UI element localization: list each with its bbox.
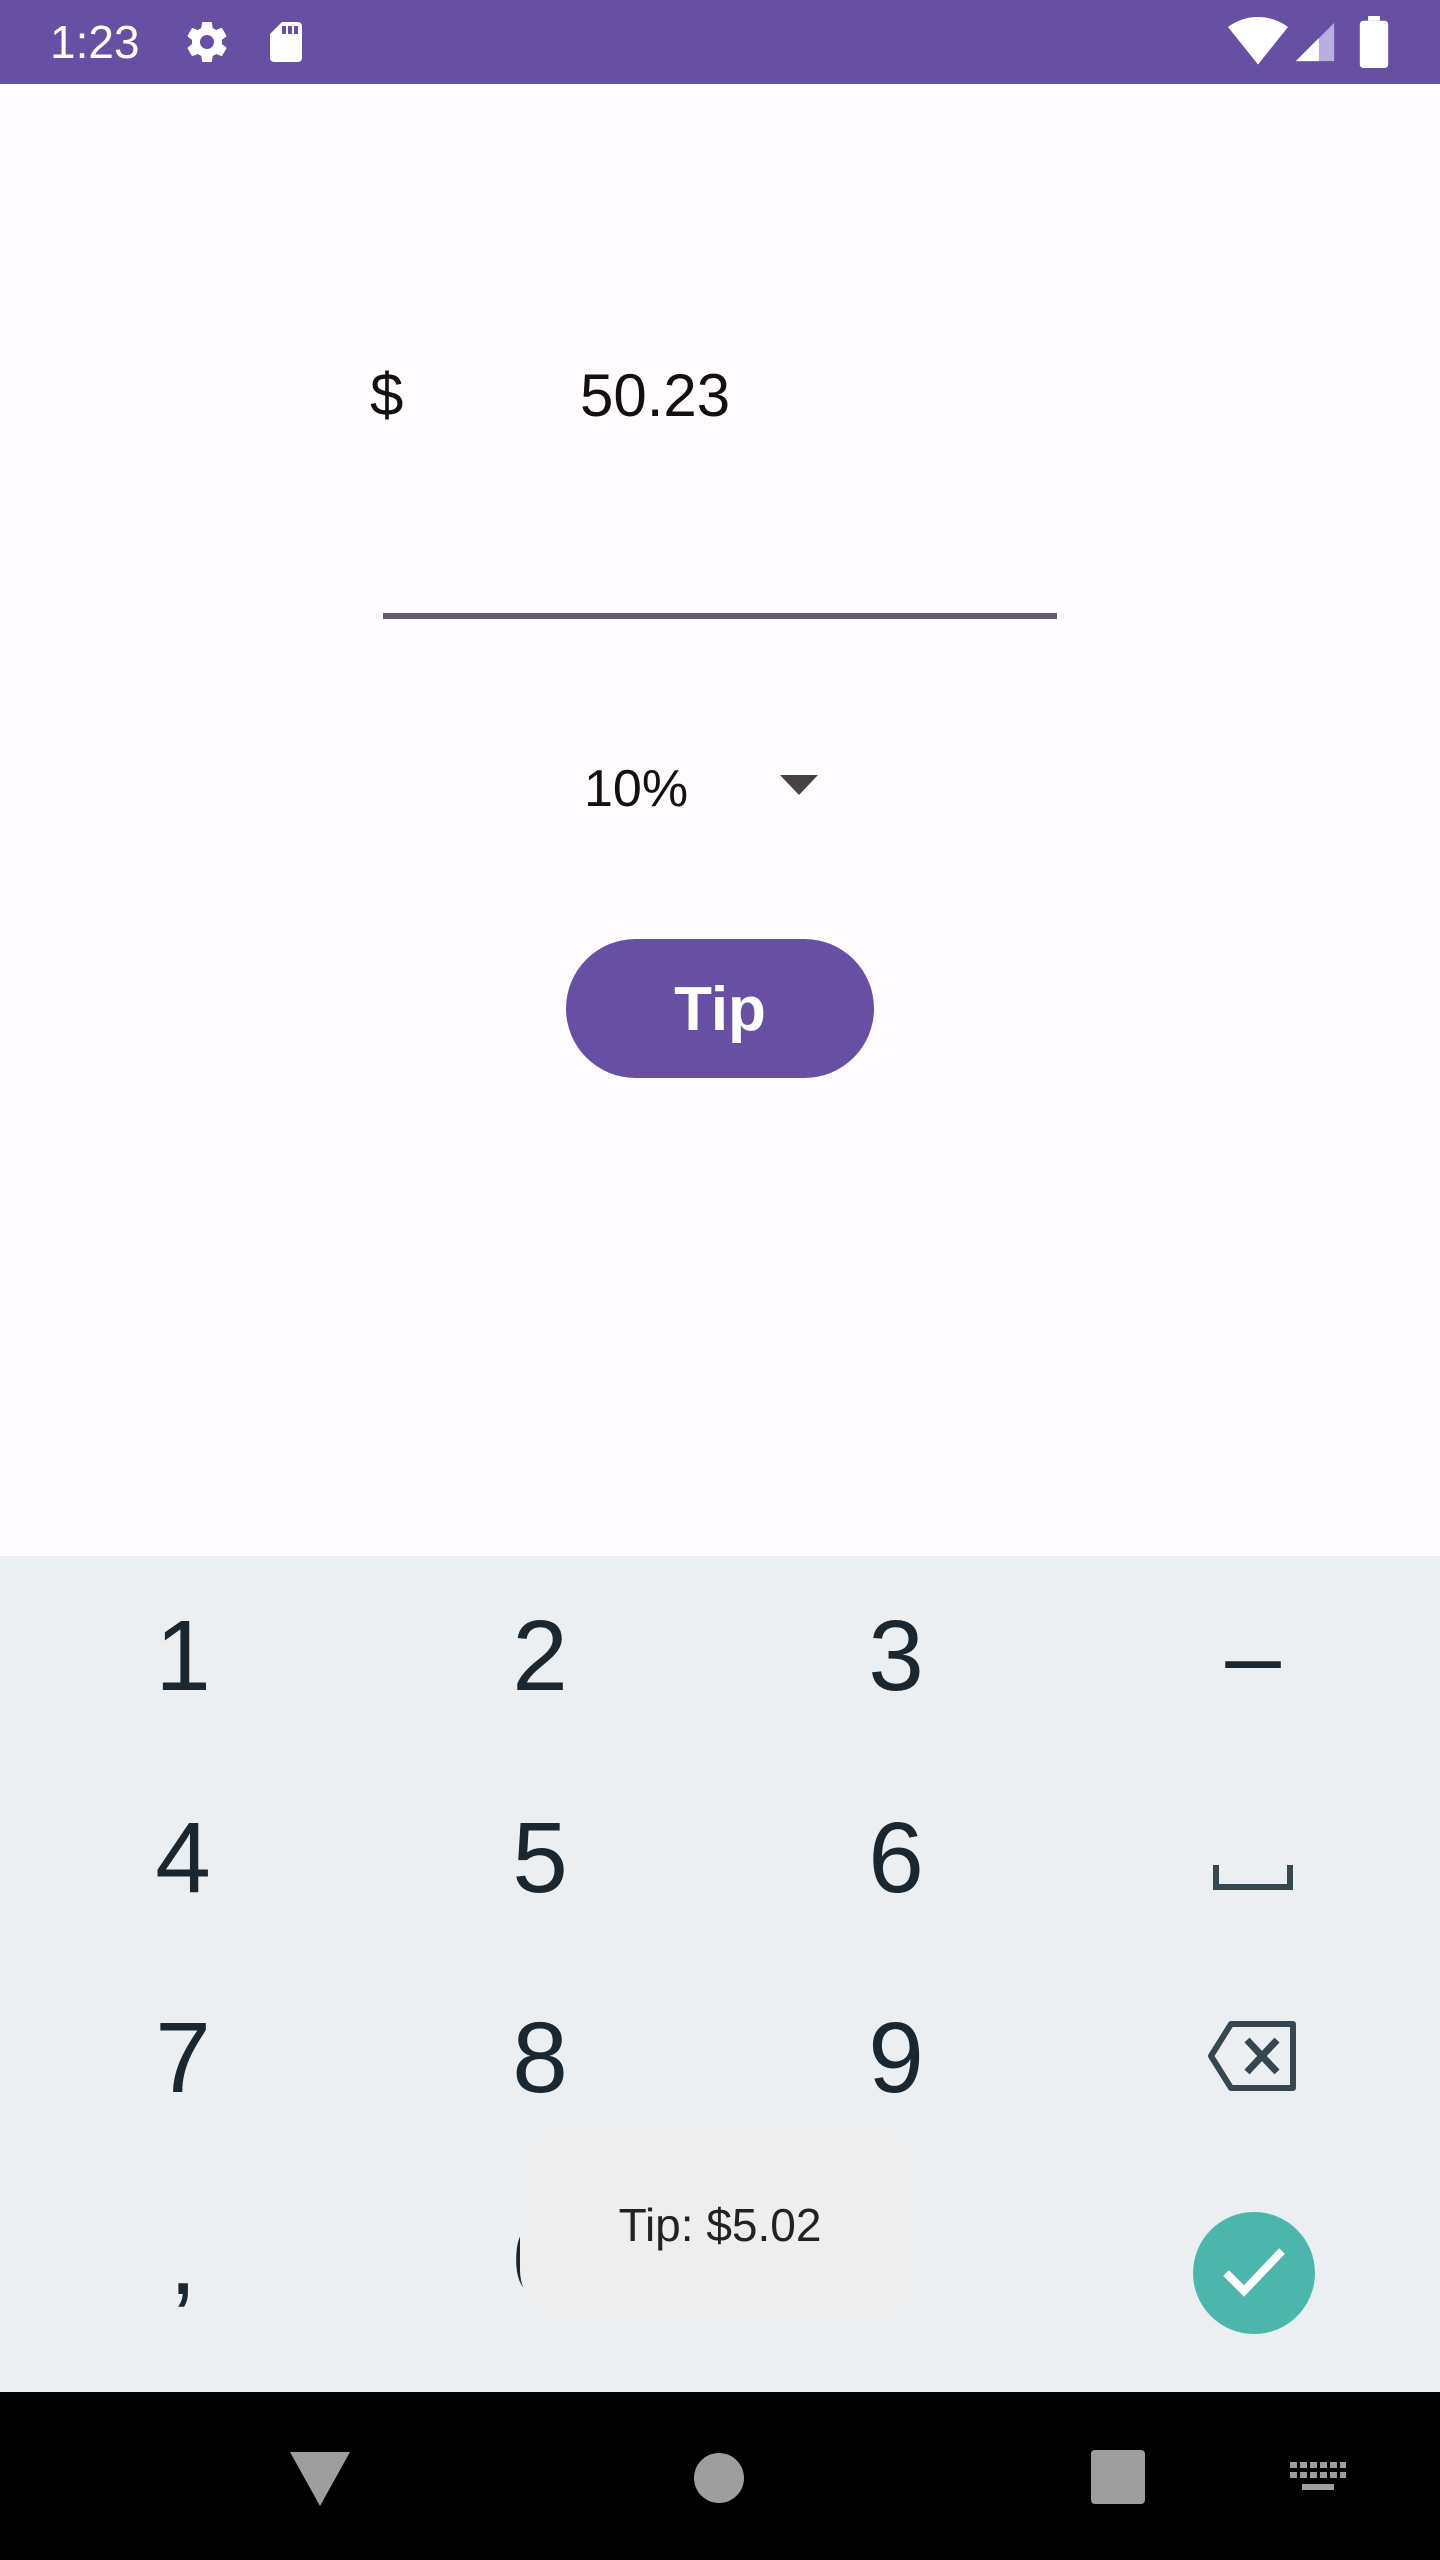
gear-icon: [183, 18, 231, 71]
backspace-icon: [1207, 1958, 1299, 2158]
key-8[interactable]: 8: [360, 1958, 720, 2158]
key-backspace[interactable]: [1073, 1958, 1433, 2158]
keyboard-switch-icon[interactable]: [1290, 2462, 1346, 2501]
key-comma[interactable]: ,: [3, 2160, 363, 2360]
tip-button[interactable]: Tip: [566, 939, 874, 1078]
wifi-icon: [1228, 16, 1288, 73]
done-key[interactable]: [1193, 2212, 1315, 2334]
sd-card-icon: [262, 18, 310, 71]
key-2[interactable]: 2: [360, 1556, 720, 1756]
bill-amount-input[interactable]: [560, 350, 1060, 440]
status-bar: 1:23: [0, 0, 1440, 84]
recents-icon[interactable]: [1091, 2450, 1145, 2509]
checkmark-icon: [1222, 2245, 1286, 2302]
key-7[interactable]: 7: [3, 1958, 363, 2158]
space-icon: [1213, 1758, 1293, 1958]
tip-result-toast: Tip: $5.02: [520, 2130, 920, 2320]
input-underline: [383, 613, 1057, 619]
tip-percent-value: 10%: [584, 760, 689, 818]
key-minus[interactable]: –: [1073, 1556, 1433, 1756]
key-6[interactable]: 6: [716, 1758, 1076, 1958]
dropdown-arrow-icon: [780, 775, 818, 800]
back-icon[interactable]: [290, 2452, 350, 2511]
key-9[interactable]: 9: [716, 1958, 1076, 2158]
currency-symbol: $: [370, 361, 404, 428]
key-4[interactable]: 4: [3, 1758, 363, 1958]
key-3[interactable]: 3: [716, 1556, 1076, 1756]
key-space[interactable]: [1073, 1758, 1433, 1958]
home-icon[interactable]: [693, 2452, 745, 2509]
key-5[interactable]: 5: [360, 1758, 720, 1958]
battery-icon: [1358, 16, 1390, 73]
navigation-bar: [0, 2392, 1440, 2560]
key-1[interactable]: 1: [3, 1556, 363, 1756]
status-time: 1:23: [50, 16, 140, 68]
signal-icon: [1292, 18, 1338, 71]
tip-percent-dropdown[interactable]: 10%: [560, 740, 840, 840]
